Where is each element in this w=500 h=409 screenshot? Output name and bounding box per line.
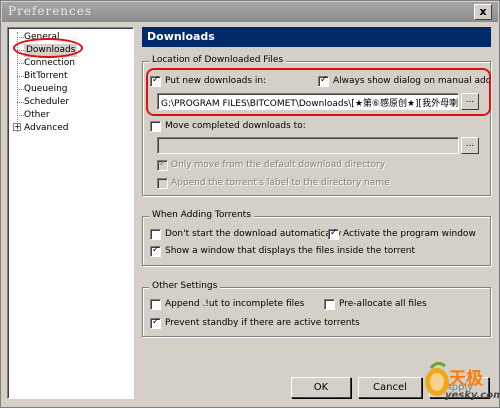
tree-branch xyxy=(17,76,24,77)
cancel-button[interactable]: Cancel xyxy=(358,377,422,398)
move-completed-label: Move completed downloads to: xyxy=(165,121,306,131)
adding-group: When Adding Torrents Don't start the dow… xyxy=(142,210,491,266)
title-bar[interactable]: Preferences x xyxy=(2,2,498,22)
window-title: Preferences xyxy=(8,4,93,18)
append-ut-label: Append .!ut to incomplete files xyxy=(165,299,305,309)
nav-item-advanced[interactable]: Advanced xyxy=(24,122,68,135)
highlight-oval xyxy=(13,38,83,58)
prevent-standby-label: Prevent standby if there are active torr… xyxy=(165,318,360,328)
only-move-default-checkbox[interactable] xyxy=(157,159,168,171)
append-label-checkbox[interactable] xyxy=(157,178,168,189)
only-move-default-label: Only move from the default download dire… xyxy=(171,160,386,170)
ok-button[interactable]: OK xyxy=(291,377,351,398)
category-tree: General Downloads Connection BitTorrent … xyxy=(7,27,134,399)
preallocate-label: Pre-allocate all files xyxy=(339,299,427,309)
other-settings-group: Other Settings Append .!ut to incomplete… xyxy=(142,281,491,337)
expand-icon[interactable]: + xyxy=(13,123,21,131)
watermark-text: 天极 xyxy=(449,369,483,389)
append-label-label: Append the torrent's label to the direct… xyxy=(171,178,390,188)
close-button[interactable]: x xyxy=(474,4,492,20)
dont-start-label: Don't start the download automatically xyxy=(165,229,342,239)
watermark-logo: 天极 yesky.com xyxy=(419,358,500,406)
move-path-input[interactable] xyxy=(157,137,459,154)
nav-item-bittorrent[interactable]: BitTorrent xyxy=(24,70,68,83)
nav-item-other[interactable]: Other xyxy=(24,109,50,122)
prevent-standby-checkbox[interactable] xyxy=(150,317,161,329)
show-window-label: Show a window that displays the files in… xyxy=(165,246,416,256)
other-settings-title: Other Settings xyxy=(149,281,221,291)
nav-item-queueing[interactable]: Queueing xyxy=(24,83,67,96)
activate-window-label: Activate the program window xyxy=(343,229,476,239)
browse-move-path-button[interactable]: ... xyxy=(461,137,479,154)
tree-branch xyxy=(17,37,24,38)
preallocate-checkbox[interactable] xyxy=(324,299,335,310)
tree-branch xyxy=(17,63,24,64)
nav-item-scheduler[interactable]: Scheduler xyxy=(24,96,69,109)
location-group-title: Location of Downloaded Files xyxy=(149,55,287,65)
nav-item-connection[interactable]: Connection xyxy=(24,57,75,70)
move-completed-checkbox[interactable] xyxy=(150,121,161,132)
preferences-window: Preferences x General Downloads Connecti… xyxy=(0,0,500,408)
tree-branch xyxy=(17,115,24,116)
adding-group-title: When Adding Torrents xyxy=(149,210,254,220)
show-window-checkbox[interactable] xyxy=(150,245,161,257)
append-ut-checkbox[interactable] xyxy=(150,299,161,310)
watermark-site: yesky.com xyxy=(445,390,500,401)
activate-window-checkbox[interactable] xyxy=(328,228,339,240)
tree-branch xyxy=(17,89,24,90)
highlight-rectangle xyxy=(146,68,491,116)
tree-branch xyxy=(17,102,24,103)
dont-start-checkbox[interactable] xyxy=(150,229,161,240)
panel-header: Downloads xyxy=(142,27,491,47)
